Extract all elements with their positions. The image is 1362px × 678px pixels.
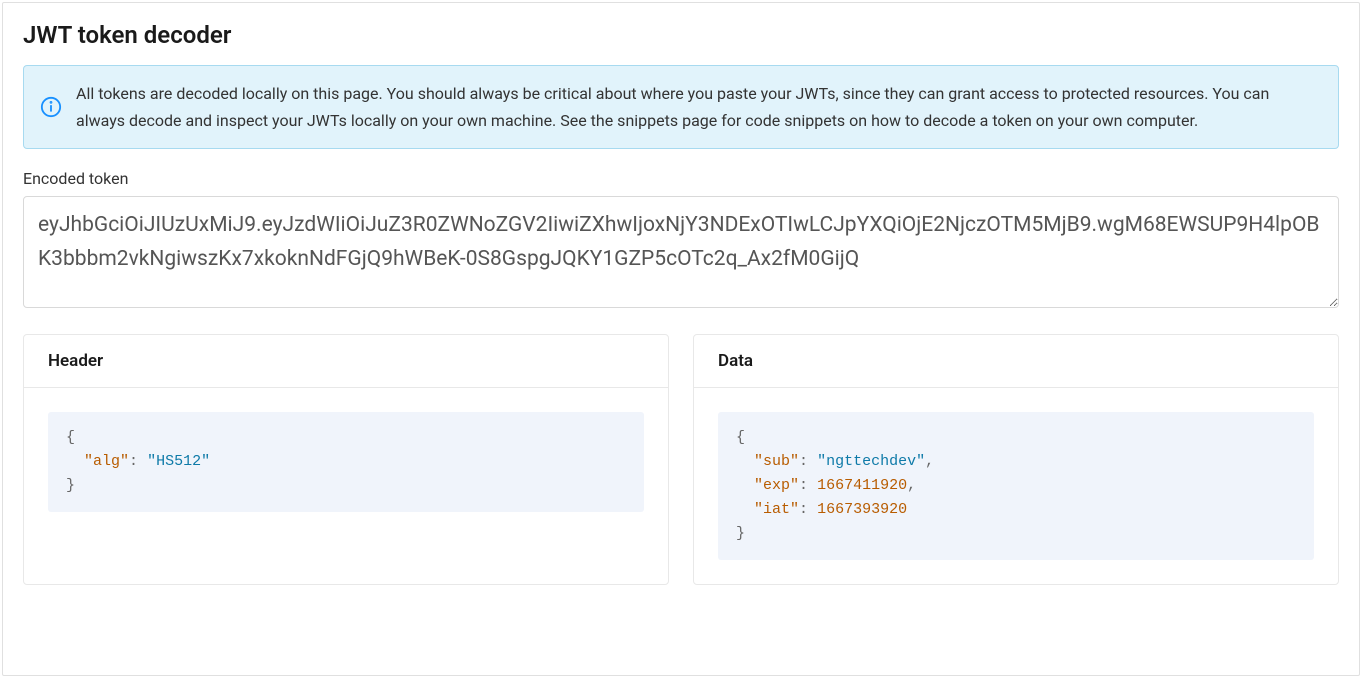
info-banner: All tokens are decoded locally on this p… bbox=[23, 65, 1339, 149]
encoded-token-label: Encoded token bbox=[23, 169, 1339, 188]
page-title: JWT token decoder bbox=[23, 21, 1339, 49]
header-card-title: Header bbox=[24, 335, 668, 388]
info-icon bbox=[40, 96, 62, 118]
header-json: { "alg": "HS512" } bbox=[48, 412, 644, 512]
data-card-title: Data bbox=[694, 335, 1338, 388]
decoded-cards-row: Header { "alg": "HS512" } Data { "sub": … bbox=[23, 334, 1339, 585]
data-json: { "sub": "ngttechdev", "exp": 1667411920… bbox=[718, 412, 1314, 560]
header-card: Header { "alg": "HS512" } bbox=[23, 334, 669, 585]
data-card: Data { "sub": "ngttechdev", "exp": 16674… bbox=[693, 334, 1339, 585]
encoded-token-input[interactable] bbox=[23, 196, 1339, 308]
page-frame: JWT token decoder All tokens are decoded… bbox=[2, 2, 1360, 676]
info-banner-text: All tokens are decoded locally on this p… bbox=[76, 80, 1322, 134]
